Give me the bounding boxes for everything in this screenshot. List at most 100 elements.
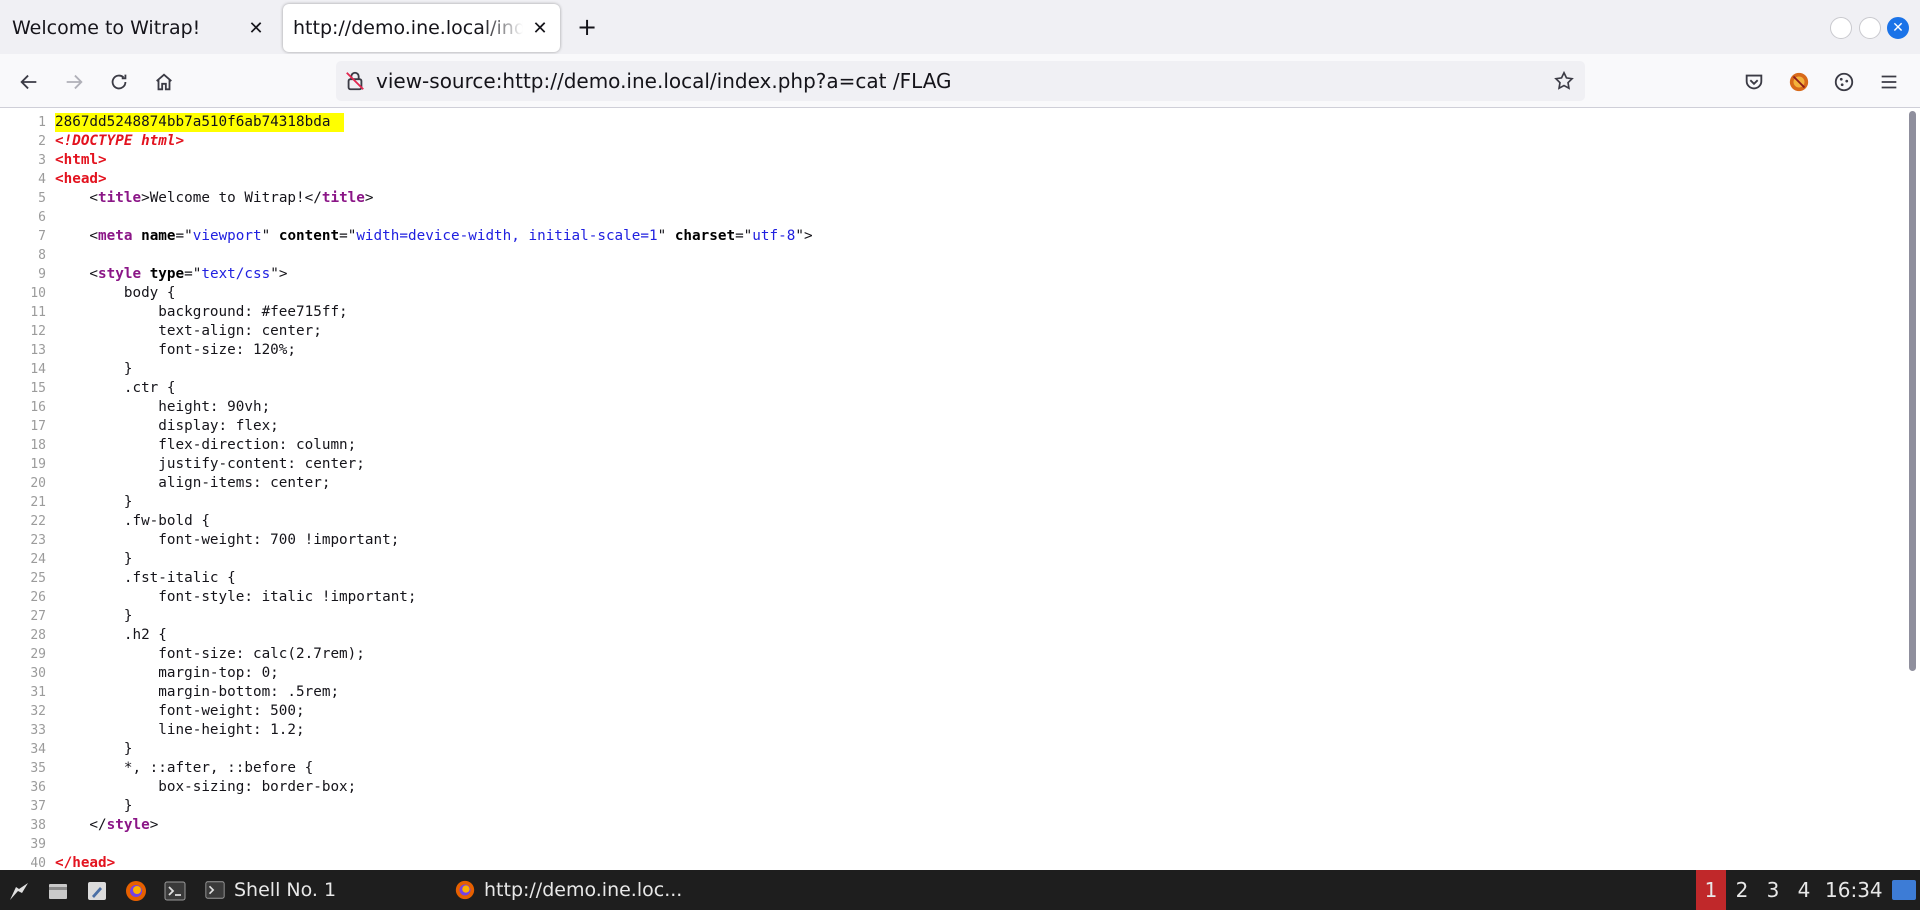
source-code: body {: [55, 285, 176, 301]
line-number: 40: [30, 856, 46, 870]
address-bar[interactable]: view-source:http://demo.ine.local/index.…: [336, 61, 1585, 101]
insecure-lock-icon[interactable]: [344, 70, 366, 92]
workspace-4[interactable]: 4: [1789, 870, 1819, 910]
back-icon[interactable]: [14, 67, 44, 97]
scrollbar-thumb[interactable]: [1909, 111, 1916, 671]
menu-icon[interactable]: [1874, 67, 1904, 97]
line-number: 12: [30, 324, 46, 339]
plus-icon[interactable]: +: [574, 13, 600, 41]
terminal-icon[interactable]: [162, 878, 188, 904]
editor-icon[interactable]: [84, 878, 110, 904]
extension-icon[interactable]: [1784, 67, 1814, 97]
line-number: 14: [30, 362, 46, 377]
tab-view-source[interactable]: http://demo.ine.local/index.php?a=cat /F…: [283, 4, 560, 52]
tab-title: Welcome to Witrap!: [12, 17, 201, 39]
source-code: margin-top: 0;: [55, 665, 279, 681]
line-number: 8: [38, 248, 46, 263]
line-number: 18: [30, 438, 46, 453]
line-number: 24: [30, 552, 46, 567]
line-number: 7: [38, 229, 46, 244]
line-number: 13: [30, 343, 46, 358]
line-number: 28: [30, 628, 46, 643]
source-code: <style type="text/css">: [55, 266, 288, 282]
source-code: justify-content: center;: [55, 456, 365, 472]
tab-welcome[interactable]: Welcome to Witrap! ✕: [0, 4, 276, 52]
task-label: http://demo.ine.loc...: [484, 879, 683, 901]
line-number: 25: [30, 571, 46, 586]
source-code: }: [55, 494, 133, 510]
source-code: display: flex;: [55, 418, 279, 434]
source-code: font-style: italic !important;: [55, 589, 417, 605]
line-number: 26: [30, 590, 46, 605]
workspace-1[interactable]: 1: [1696, 870, 1726, 910]
maximize-button[interactable]: [1859, 17, 1881, 39]
files-icon[interactable]: [45, 878, 71, 904]
source-code: .fst-italic {: [55, 570, 236, 586]
line-number: 4: [38, 172, 46, 187]
pocket-icon[interactable]: [1739, 67, 1769, 97]
line-number: 5: [38, 191, 46, 206]
source-code: </style>: [55, 817, 159, 833]
line-number: 15: [30, 381, 46, 396]
notification-icon[interactable]: [1892, 880, 1916, 900]
window-close-button[interactable]: ✕: [1887, 17, 1909, 39]
source-code: margin-bottom: .5rem;: [55, 684, 340, 700]
close-icon[interactable]: ✕: [528, 16, 552, 40]
close-icon[interactable]: ✕: [244, 16, 268, 40]
source-code: }: [55, 798, 133, 814]
line-number: 23: [30, 533, 46, 548]
source-code: background: #fee715ff;: [55, 304, 348, 320]
source-code: box-sizing: border-box;: [55, 779, 357, 795]
line-number: 37: [30, 799, 46, 814]
firefox-icon[interactable]: [123, 878, 149, 904]
tab-strip: Welcome to Witrap! ✕ http://demo.ine.loc…: [0, 0, 1920, 54]
workspace-2[interactable]: 2: [1727, 870, 1757, 910]
vertical-scrollbar[interactable]: [1906, 109, 1920, 870]
source-code: height: 90vh;: [55, 399, 271, 415]
url-text[interactable]: view-source:http://demo.ine.local/index.…: [376, 69, 952, 93]
line-number: 3: [38, 153, 46, 168]
source-code: flex-direction: column;: [55, 437, 357, 453]
line-number: 16: [30, 400, 46, 415]
kali-icon[interactable]: [6, 878, 32, 904]
taskbar-task-shell[interactable]: Shell No. 1: [204, 870, 444, 910]
line-number: 17: [30, 419, 46, 434]
cookie-icon[interactable]: [1829, 67, 1859, 97]
forward-icon[interactable]: [59, 67, 89, 97]
taskbar-task-firefox[interactable]: http://demo.ine.loc...: [454, 870, 694, 910]
reload-icon[interactable]: [104, 67, 134, 97]
line-number: 10: [30, 286, 46, 301]
line-number: 6: [38, 210, 46, 225]
bookmark-star-icon[interactable]: [1553, 70, 1575, 92]
line-number: 33: [30, 723, 46, 738]
source-code: }: [55, 741, 133, 757]
source-code: font-size: 120%;: [55, 342, 297, 358]
source-code: *, ::after, ::before {: [55, 760, 314, 776]
source-code: <title>Welcome to Witrap!</title>: [55, 190, 374, 206]
nav-toolbar: view-source:http://demo.ine.local/index.…: [0, 54, 1920, 108]
source-code: .ctr {: [55, 380, 176, 396]
source-code: <head>: [55, 171, 107, 187]
taskbar: Shell No. 1 http://demo.ine.loc... 1 2 3…: [0, 870, 1920, 910]
source-code: <meta name="viewport" content="width=dev…: [55, 228, 813, 244]
line-number: 38: [30, 818, 46, 833]
task-label: Shell No. 1: [234, 879, 337, 901]
home-icon[interactable]: [149, 67, 179, 97]
terminal-icon: [205, 881, 225, 899]
source-code: }: [55, 608, 133, 624]
view-source-content: 1 2867dd5248874bb7a510f6ab74318bda 2 <!DOCT…: [0, 109, 1906, 870]
line-number: 20: [30, 476, 46, 491]
firefox-icon: [455, 880, 475, 900]
source-code: .h2 {: [55, 627, 167, 643]
workspace-3[interactable]: 3: [1758, 870, 1788, 910]
line-number: 32: [30, 704, 46, 719]
line-number: 9: [38, 267, 46, 282]
line-number: 21: [30, 495, 46, 510]
line-number: 11: [30, 305, 46, 320]
source-code: <html>: [55, 152, 107, 168]
clock: 16:34: [1825, 878, 1883, 902]
line-number: 27: [30, 609, 46, 624]
line-number: 1: [38, 115, 46, 130]
minimize-button[interactable]: [1830, 17, 1852, 39]
source-code: </head>: [55, 855, 116, 870]
